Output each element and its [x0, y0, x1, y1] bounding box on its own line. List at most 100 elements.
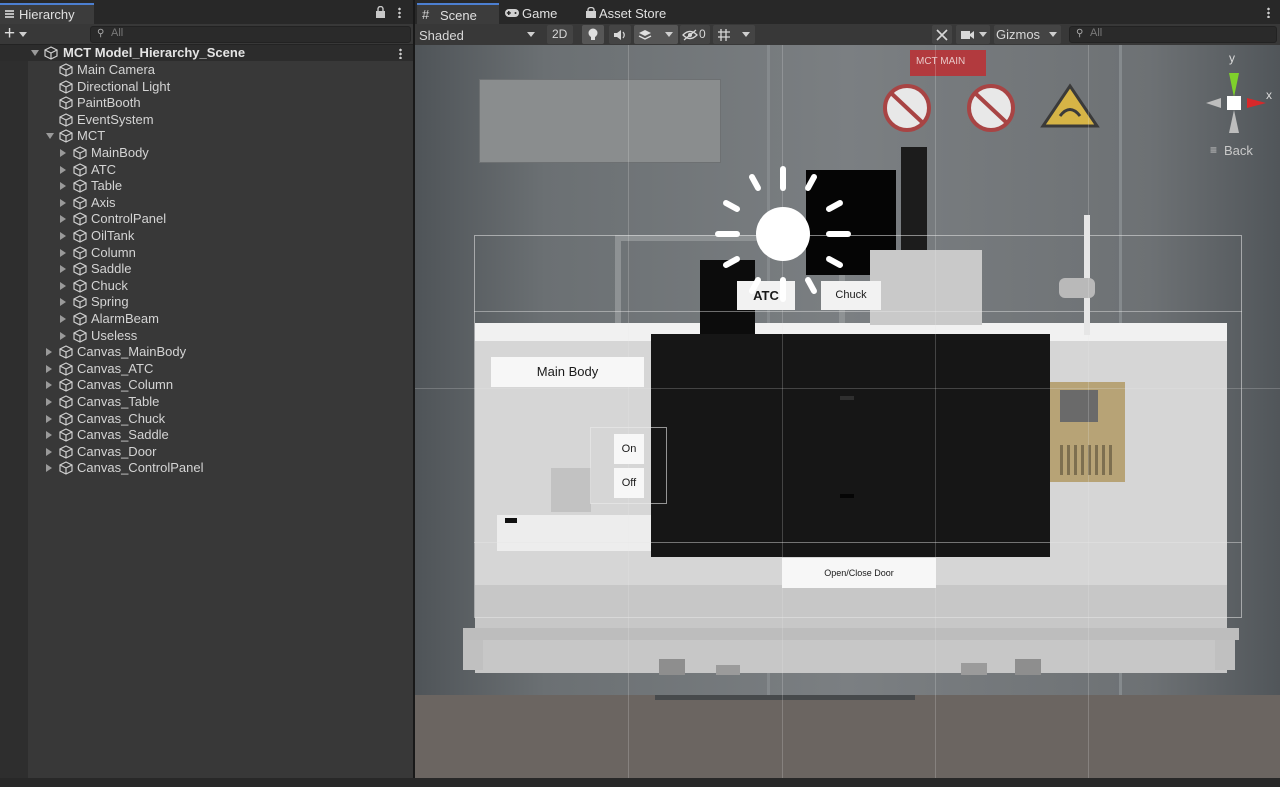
audio-toggle[interactable]: [609, 25, 631, 44]
foldout-arrow-icon[interactable]: [31, 50, 39, 56]
directional-light-icon[interactable]: [712, 163, 854, 305]
orientation-gizmo[interactable]: [1203, 55, 1275, 135]
foldout-arrow-icon[interactable]: [60, 298, 66, 307]
effects-dropdown[interactable]: [634, 25, 678, 44]
gizmo-center-cube-icon: [1227, 96, 1241, 110]
foldout-arrow-icon[interactable]: [60, 165, 66, 174]
hierarchy-item[interactable]: EventSystem: [0, 112, 413, 128]
hierarchy-item[interactable]: Canvas_Chuck: [0, 411, 413, 427]
gameobject-cube-icon: [59, 113, 73, 127]
gizmos-dropdown[interactable]: Gizmos: [994, 25, 1061, 44]
hierarchy-item[interactable]: Canvas_Table: [0, 394, 413, 410]
foldout-arrow-icon[interactable]: [46, 133, 54, 140]
scene-tab-menu-icon[interactable]: [1267, 7, 1270, 18]
hierarchy-tabbar: Hierarchy: [0, 0, 413, 24]
hierarchy-item[interactable]: OilTank: [0, 228, 413, 244]
hierarchy-item[interactable]: Canvas_MainBody: [0, 344, 413, 360]
hierarchy-menu-icon[interactable]: [398, 7, 401, 18]
bottom-panel-tabbar: [0, 778, 1280, 787]
hierarchy-item[interactable]: Saddle: [0, 261, 413, 277]
hierarchy-item[interactable]: PaintBooth: [0, 95, 413, 111]
lighting-toggle[interactable]: [582, 25, 604, 44]
tab-scene[interactable]: # Scene: [417, 3, 499, 24]
foldout-arrow-icon[interactable]: [60, 215, 66, 224]
hierarchy-item[interactable]: Canvas_ATC: [0, 361, 413, 377]
hierarchy-item[interactable]: Canvas_ControlPanel: [0, 460, 413, 476]
layers-icon: [638, 30, 652, 40]
scene-tabbar: # Scene Game Asset Store: [415, 0, 1280, 24]
hidden-objects-toggle[interactable]: 0: [680, 25, 710, 44]
gameobject-cube-icon: [73, 295, 87, 310]
hierarchy-item[interactable]: Column: [0, 245, 413, 261]
hierarchy-item[interactable]: MainBody: [0, 145, 413, 161]
foldout-arrow-icon[interactable]: [60, 265, 66, 274]
hierarchy-item[interactable]: Main Camera: [0, 62, 413, 78]
foldout-arrow-icon[interactable]: [46, 381, 52, 390]
hierarchy-item[interactable]: Table: [0, 178, 413, 194]
gameobject-cube-icon: [59, 63, 73, 77]
hierarchy-item-label: Column: [91, 244, 136, 260]
tools-button[interactable]: [932, 25, 952, 44]
tab-game[interactable]: Game: [501, 3, 585, 24]
foldout-arrow-icon[interactable]: [60, 149, 66, 157]
hierarchy-item[interactable]: Useless: [0, 328, 413, 344]
hierarchy-item[interactable]: Axis: [0, 195, 413, 211]
camera-dropdown[interactable]: [956, 25, 990, 44]
toggle-2d-button[interactable]: 2D: [547, 25, 573, 44]
tab-hierarchy[interactable]: Hierarchy: [0, 3, 94, 24]
hierarchy-item[interactable]: Chuck: [0, 278, 413, 294]
warning-sign-text: MCT MAIN: [916, 56, 966, 67]
foldout-arrow-icon[interactable]: [46, 431, 52, 440]
shading-mode-dropdown[interactable]: Shaded: [415, 25, 539, 44]
add-dropdown-icon[interactable]: [19, 32, 27, 37]
foldout-arrow-icon[interactable]: [46, 414, 52, 423]
foldout-arrow-icon[interactable]: [46, 364, 52, 373]
axis-x-label: x: [1266, 88, 1272, 102]
hierarchy-item-label: Canvas_ControlPanel: [77, 460, 204, 476]
foldout-arrow-icon[interactable]: [60, 315, 66, 323]
foldout-arrow-icon[interactable]: [46, 464, 52, 473]
off-button[interactable]: Off: [614, 468, 644, 498]
grid-dropdown[interactable]: [713, 25, 755, 44]
scene-menu-icon[interactable]: [399, 48, 402, 59]
main-body-button[interactable]: Main Body: [491, 357, 644, 387]
scene-search-input[interactable]: ⚲ All: [1069, 26, 1277, 43]
foldout-arrow-icon[interactable]: [60, 232, 66, 240]
foldout-arrow-icon[interactable]: [60, 198, 66, 207]
hierarchy-item-label: Saddle: [91, 261, 132, 277]
hierarchy-item-label: Canvas_ATC: [77, 360, 154, 376]
gameobject-cube-icon: [73, 328, 87, 343]
hierarchy-scene-row[interactable]: MCT Model_Hierarchy_Scene: [0, 45, 413, 61]
tab-asset-store[interactable]: Asset Store: [583, 3, 693, 24]
hierarchy-search-input[interactable]: ⚲ All: [90, 26, 411, 43]
hierarchy-item-label: Useless: [91, 327, 138, 343]
open-close-door-button[interactable]: Open/Close Door: [782, 558, 936, 588]
hazard-sign-icon: [1040, 83, 1100, 128]
foldout-arrow-icon[interactable]: [46, 398, 52, 406]
foldout-arrow-icon[interactable]: [60, 248, 66, 257]
wall-panel: [479, 79, 721, 163]
foldout-arrow-icon[interactable]: [46, 348, 52, 357]
hierarchy-item[interactable]: MCT: [0, 128, 413, 144]
scene-toolbar: Shaded 2D 0 Gizmos ⚲ All: [415, 24, 1280, 45]
foldout-arrow-icon[interactable]: [60, 182, 66, 191]
hierarchy-item[interactable]: AlarmBeam: [0, 311, 413, 327]
hierarchy-item[interactable]: ATC: [0, 162, 413, 178]
lock-icon[interactable]: [375, 6, 386, 18]
on-button[interactable]: On: [614, 434, 644, 464]
foldout-arrow-icon[interactable]: [46, 447, 52, 456]
hierarchy-item[interactable]: Canvas_Door: [0, 444, 413, 460]
hierarchy-item[interactable]: Spring: [0, 294, 413, 310]
hierarchy-item[interactable]: Directional Light: [0, 79, 413, 95]
projection-toggle[interactable]: ≡ Back: [1210, 143, 1270, 159]
foldout-arrow-icon[interactable]: [60, 331, 66, 340]
scene-viewport[interactable]: MCT MAIN Main Body ATC Chuck On Off Open…: [415, 45, 1280, 778]
axis-x-cone-icon: [1247, 98, 1266, 108]
hierarchy-item[interactable]: Canvas_Saddle: [0, 427, 413, 443]
gameobject-cube-icon: [73, 146, 87, 160]
axis-y-cone-icon: [1229, 73, 1239, 97]
add-icon[interactable]: +: [4, 23, 15, 45]
foldout-arrow-icon[interactable]: [60, 281, 66, 290]
hierarchy-item[interactable]: Canvas_Column: [0, 377, 413, 393]
hierarchy-item[interactable]: ControlPanel: [0, 211, 413, 227]
